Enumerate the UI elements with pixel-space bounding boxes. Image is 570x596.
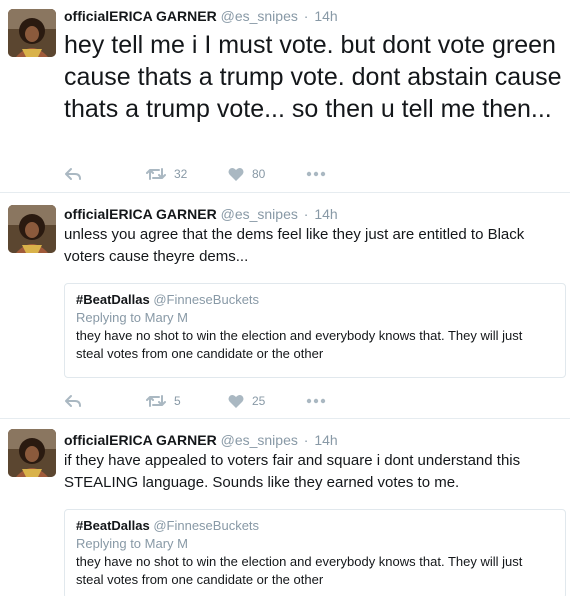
quoted-tweet-header: #BeatDallas @FinneseBuckets (76, 517, 553, 535)
reply-button[interactable] (64, 164, 82, 184)
avatar[interactable] (8, 205, 56, 253)
retweet-button[interactable]: 5 (146, 391, 181, 411)
reply-icon (64, 392, 82, 410)
more-button[interactable] (306, 391, 326, 411)
author-name[interactable]: officialERICA GARNER (64, 432, 217, 448)
separator: · (303, 8, 309, 24)
more-icon (306, 398, 326, 404)
quoted-author-name: #BeatDallas (76, 292, 150, 307)
quoted-author-handle: @FinneseBuckets (153, 518, 260, 533)
tweet-text: if they have appealed to voters fair and… (64, 452, 521, 491)
tweet-text: unless you agree that the dems feel like… (64, 226, 525, 265)
tweet-header: officialERICA GARNER @es_snipes · 14h (64, 205, 338, 223)
quoted-tweet-text: they have no shot to win the election an… (76, 554, 523, 587)
quoted-tweet-header: #BeatDallas @FinneseBuckets (76, 291, 553, 309)
tweet-text: hey tell me i I must vote. but dont vote… (64, 31, 562, 123)
author-handle[interactable]: @es_snipes (221, 8, 298, 24)
quoted-tweet[interactable]: #BeatDallas @FinneseBuckets Replying to … (64, 509, 566, 596)
retweet-count: 32 (174, 167, 188, 181)
tweet-actions: 32 80 (64, 164, 364, 184)
avatar[interactable] (8, 429, 56, 477)
like-button[interactable]: 25 (228, 391, 265, 411)
more-button[interactable] (306, 164, 326, 184)
retweet-count: 5 (174, 394, 181, 408)
replying-to: Replying to Mary M (76, 536, 188, 551)
like-count: 80 (252, 167, 266, 181)
retweet-icon (146, 166, 166, 182)
tweet-actions: 5 25 (64, 391, 364, 411)
tweet[interactable]: officialERICA GARNER @es_snipes · 14h if… (0, 419, 570, 596)
timestamp[interactable]: 14h (314, 206, 337, 222)
timestamp[interactable]: 14h (314, 432, 337, 448)
like-button[interactable]: 80 (228, 164, 265, 184)
separator: · (303, 432, 309, 448)
author-name[interactable]: officialERICA GARNER (64, 206, 217, 222)
separator: · (303, 206, 309, 222)
author-handle[interactable]: @es_snipes (221, 206, 298, 222)
reply-button[interactable] (64, 391, 82, 411)
replying-to: Replying to Mary M (76, 310, 188, 325)
timestamp[interactable]: 14h (314, 8, 337, 24)
heart-icon (228, 394, 244, 409)
like-count: 25 (252, 394, 266, 408)
more-icon (306, 171, 326, 177)
avatar[interactable] (8, 9, 56, 57)
quoted-tweet[interactable]: #BeatDallas @FinneseBuckets Replying to … (64, 283, 566, 378)
quoted-author-name: #BeatDallas (76, 518, 150, 533)
author-handle[interactable]: @es_snipes (221, 432, 298, 448)
author-name[interactable]: officialERICA GARNER (64, 8, 217, 24)
tweet-header: officialERICA GARNER @es_snipes · 14h (64, 431, 338, 449)
tweet[interactable]: officialERICA GARNER @es_snipes · 14h un… (0, 193, 570, 419)
tweet[interactable]: officialERICA GARNER @es_snipes · 14h he… (0, 0, 570, 193)
reply-icon (64, 165, 82, 183)
retweet-button[interactable]: 32 (146, 164, 187, 184)
quoted-tweet-text: they have no shot to win the election an… (76, 328, 523, 361)
quoted-author-handle: @FinneseBuckets (153, 292, 260, 307)
heart-icon (228, 167, 244, 182)
retweet-icon (146, 393, 166, 409)
tweet-header: officialERICA GARNER @es_snipes · 14h (64, 7, 338, 25)
